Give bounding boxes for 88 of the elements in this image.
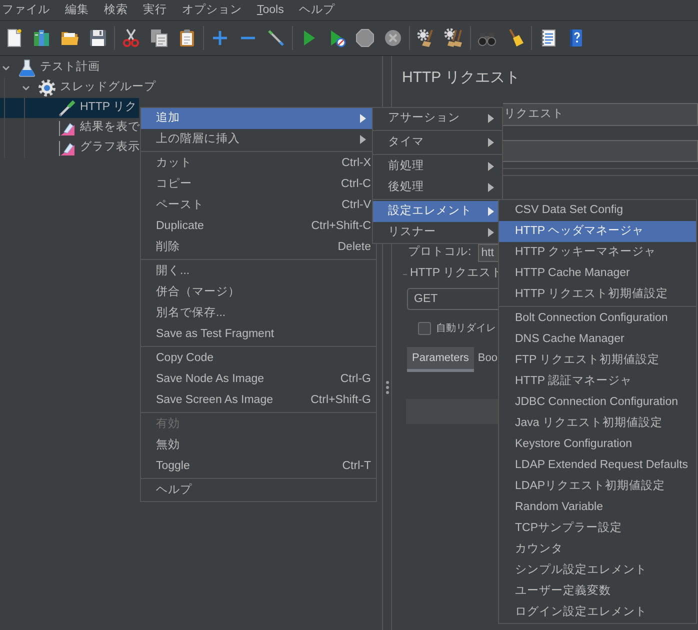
shortcut-label: Ctrl+Shift-C [311,218,371,234]
menu-item[interactable]: シンプル設定エレメント [499,560,696,581]
menu-item[interactable]: 後処理 [373,177,502,198]
menu-item[interactable]: TCPサンプラー設定 [499,518,696,539]
name-field[interactable]: リクエスト [503,103,698,126]
menu-bar-item[interactable]: ヘルプ [298,0,335,20]
menu-bar-item[interactable]: 実行 [143,0,167,20]
shortcut-label: Ctrl-C [340,176,371,192]
menu-item[interactable]: リスナー [373,222,502,243]
menu-bar-item[interactable]: Tools [257,0,284,20]
shortcut-label: Delete [338,240,371,255]
menu-item[interactable]: カット Ctrl-X [141,153,376,174]
shortcut-label: Ctrl-T [342,458,371,474]
menu-item[interactable]: JDBC Connection Configuration [499,392,696,413]
menu-item[interactable]: 別名で保存... [141,303,376,324]
tree-item[interactable]: スレッドグループ [0,78,158,98]
menu-item[interactable]: 上の階層に挿入 [141,129,376,150]
field-label: プロトコル: [408,244,472,260]
menu-item[interactable]: コピー Ctrl-C [141,174,376,195]
notebook-icon[interactable] [538,28,558,48]
menu-item[interactable]: Bolt Connection Configuration [499,308,696,329]
shortcut-label: Ctrl+Shift-G [310,392,371,408]
tree-item[interactable]: 結果を表で [0,118,142,138]
flask-icon [18,59,36,77]
menu-bar-item[interactable]: 検索 [104,0,128,20]
menu-item[interactable]: ペースト Ctrl-V [141,195,376,216]
menu-item[interactable]: 無効 [141,435,376,456]
menu-item[interactable]: Copy Code [141,348,376,369]
pages-icon[interactable] [149,28,169,48]
shortcut-label: Ctrl-G [340,372,371,387]
menu-item[interactable]: ログイン設定エレメント [499,602,696,623]
menu-item[interactable]: Save Screen As Image Ctrl+Shift-G [141,390,376,411]
tree-item[interactable]: HTTP リク [0,98,140,118]
menu-item[interactable]: アサーション [373,108,502,129]
menu-item[interactable]: LDAP Extended Request Defaults [499,455,696,476]
scissors-icon[interactable] [121,28,141,48]
menu-item[interactable]: Java リクエスト初期値設定 [499,413,696,434]
menu-bar-item[interactable]: 編集 [65,0,89,20]
menu-item[interactable]: 開く... [141,261,376,282]
menu-item[interactable]: DNS Cache Manager [499,329,696,350]
panel-title: HTTP リクエスト [402,68,522,88]
menu-item[interactable]: HTTP 認証マネージャ [499,371,696,392]
broom-gear-icon[interactable] [416,28,436,48]
menu-item[interactable]: タイマ [373,132,502,153]
checkbox[interactable] [418,322,431,334]
drag-handle-icon[interactable] [386,381,388,394]
menu-item[interactable]: ヘルプ [141,480,376,501]
menu-item[interactable]: ユーザー定義変数 [499,581,696,602]
menu-item[interactable]: Duplicate Ctrl+Shift-C [141,216,376,237]
shortcut-label: Ctrl-X [342,156,371,171]
clipboard-icon[interactable] [177,28,197,48]
pipette-icon [58,99,76,117]
method-dropdown[interactable]: GET [407,288,498,310]
menu-item[interactable]: FTP リクエスト初期値設定 [499,350,696,371]
gear-icon [38,79,56,97]
shortcut-label: Ctrl-V [342,198,371,213]
plus-icon[interactable] [210,28,230,48]
menu-item[interactable]: HTTP Cache Manager [499,263,696,284]
menu-item[interactable]: 前処理 [373,156,502,177]
chevron-down-icon[interactable] [2,64,10,72]
menu-item[interactable]: Keystore Configuration [499,434,696,455]
comment-field[interactable] [503,140,698,162]
menu-item[interactable]: HTTP リクエスト初期値設定 [499,284,696,305]
tab[interactable]: Parameters [407,347,474,372]
tab[interactable]: Boo [474,347,498,372]
menu-item[interactable]: LDAPリクエスト初期値設定 [499,476,696,497]
brooms-gear-icon[interactable] [444,28,464,48]
menu-item[interactable]: Toggle Ctrl-T [141,456,376,477]
chart-icon [58,119,76,137]
books-icon[interactable] [32,28,52,48]
menu-item[interactable]: カウンタ [499,539,696,560]
wand-icon[interactable] [266,28,286,48]
chevron-down-icon[interactable] [22,84,30,92]
menu-bar-item[interactable]: オプション [182,0,242,20]
menu-item[interactable]: HTTP クッキーマネージャ [499,242,696,263]
menu-item[interactable]: Random Variable [499,497,696,518]
checkbox-label: 自動リダイレ [436,322,496,336]
chart-icon [58,139,76,157]
menu-bar-item[interactable]: ファイル [2,0,50,20]
tree-item[interactable]: グラフ表示 [0,138,142,158]
menu-item[interactable]: 削除 Delete [141,237,376,258]
menu-item[interactable]: HTTP ヘッダマネージャ [499,221,696,242]
protocol-field[interactable]: htt [478,244,500,262]
menu-item[interactable]: Save Node As Image Ctrl-G [141,369,376,390]
menu-item[interactable]: 併合（マージ） [141,282,376,303]
menu-item[interactable]: CSV Data Set Config [499,200,696,221]
menu-item[interactable]: Save as Test Fragment [141,324,376,345]
tree-item[interactable]: テスト計画 [0,58,139,78]
